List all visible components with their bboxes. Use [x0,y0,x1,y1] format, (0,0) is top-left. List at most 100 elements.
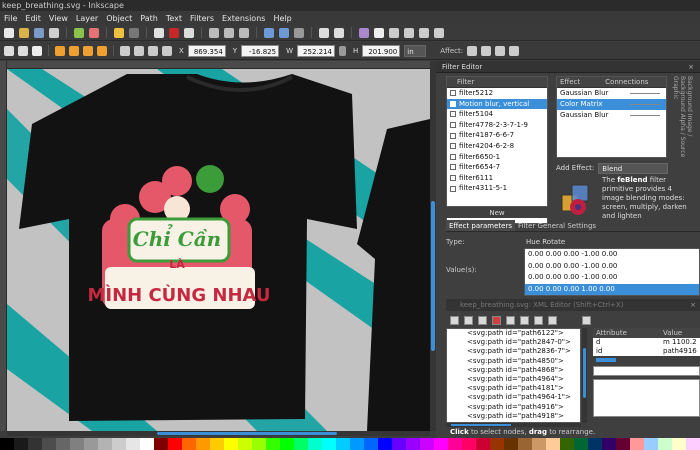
filter-list-item[interactable]: filter6654-7 [447,162,547,173]
rotate-cw-icon[interactable] [69,45,79,56]
connection-line[interactable] [630,93,660,94]
color-swatch[interactable] [56,438,70,450]
x-field[interactable]: 869.354 [187,44,226,57]
xml-node[interactable]: <svg:path id="path4916"> [447,403,580,412]
matrix-row[interactable]: 0.00 0.00 0.00 1.00 0.00 [525,283,699,295]
lower-node-icon[interactable] [548,315,557,325]
align-distribute-icon[interactable] [419,27,429,38]
color-swatch[interactable] [210,438,224,450]
xml-tree-scrollbar[interactable] [582,328,587,423]
y-field[interactable]: -16.825 [241,44,280,57]
color-swatch[interactable] [322,438,336,450]
color-swatch[interactable] [392,438,406,450]
type-select[interactable]: Hue Rotate [526,238,565,246]
delete-attribute-icon[interactable] [582,315,591,325]
filter-list-item[interactable]: filter4311-5-1 [447,183,547,194]
xml-node[interactable]: <svg:path id="path4181"> [447,384,580,393]
menu-path[interactable]: Path [140,14,158,23]
color-swatch[interactable] [14,438,28,450]
xml-node[interactable]: <svg:path id="path4850"> [447,357,580,366]
text-font-icon[interactable] [374,27,384,38]
redo-icon[interactable] [129,27,139,38]
filter-list-item[interactable]: filter4204-6-2-8 [447,141,547,152]
color-swatch[interactable] [70,438,84,450]
duplicate-node-icon[interactable] [478,315,487,325]
color-swatch[interactable] [126,438,140,450]
color-matrix-values[interactable]: 0.00 0.00 0.00 -1.00 0.00 0.00 0.00 0.00 … [524,248,700,296]
color-swatch[interactable] [588,438,602,450]
xml-node-tree[interactable]: <svg:path id="path6122"> <svg:path id="pa… [446,328,581,423]
filter-list-item[interactable]: Motion blur, vertical [447,98,547,110]
height-field[interactable]: 201.900 [362,44,401,57]
filter-checkbox[interactable] [450,185,456,192]
indent-node-icon[interactable] [520,315,529,325]
raise-icon[interactable] [134,45,144,56]
color-swatch[interactable] [98,438,112,450]
xml-node[interactable]: <svg:path id="path4964-1"> [447,393,580,402]
open-folder-icon[interactable] [19,27,29,38]
color-swatch[interactable] [140,438,154,450]
color-swatch[interactable] [420,438,434,450]
unindent-node-icon[interactable] [506,315,515,325]
color-swatch[interactable] [518,438,532,450]
lock-ratio-icon[interactable] [339,45,346,56]
add-effect-button[interactable]: Add Effect: [556,164,594,172]
cut-icon[interactable] [169,27,179,38]
filter-list-item[interactable]: filter6111 [447,173,547,184]
attribute-row[interactable]: id path4916 [593,347,700,356]
filter-checkbox[interactable] [450,111,456,118]
preferences-icon[interactable] [434,27,444,38]
group-icon[interactable] [319,27,329,38]
zoom-drawing-icon[interactable] [224,27,234,38]
value-column-header[interactable]: Value [663,328,682,338]
filter-checkbox[interactable] [450,164,456,171]
paste-icon[interactable] [184,27,194,38]
clone-icon[interactable] [279,27,289,38]
lower-icon[interactable] [148,45,158,56]
effect-list-item[interactable]: Gaussian Blur [557,88,666,99]
xml-node[interactable]: <svg:path id="path2836-7"> [447,347,580,356]
color-swatch[interactable] [224,438,238,450]
horizontal-ruler[interactable] [7,61,430,69]
filter-checkbox[interactable] [450,132,456,139]
color-swatch[interactable] [630,438,644,450]
export-icon[interactable] [89,27,99,38]
filter-list[interactable]: Filter filter5212 Motion blur, vertical fi… [446,76,548,224]
zoom-selection-icon[interactable] [209,27,219,38]
canvas-horizontal-scrollbar[interactable] [7,431,430,436]
connection-line[interactable] [630,115,660,116]
color-swatch[interactable] [294,438,308,450]
color-swatch[interactable] [574,438,588,450]
color-swatch[interactable] [196,438,210,450]
layers-icon[interactable] [389,27,399,38]
tab-effect-parameters[interactable]: Effect parameters [446,220,515,231]
color-swatch[interactable] [672,438,686,450]
color-swatch[interactable] [434,438,448,450]
color-swatch[interactable] [238,438,252,450]
new-filter-button[interactable]: New [446,206,548,218]
move-gradients-icon[interactable] [495,45,506,56]
color-swatch[interactable] [336,438,350,450]
filter-list-item[interactable]: filter6650-1 [447,152,547,163]
attribute-scroll-thumb[interactable] [596,358,616,362]
copy-icon[interactable] [154,27,164,38]
matrix-row[interactable]: 0.00 0.00 0.00 -1.00 0.00 [525,261,699,273]
color-swatch[interactable] [378,438,392,450]
unlink-clone-icon[interactable] [294,27,304,38]
color-swatch[interactable] [350,438,364,450]
menu-layer[interactable]: Layer [76,14,98,23]
drawing-canvas[interactable]: Chỉ Cần LÀ MÌNH CÙNG NHAU [7,69,430,431]
move-patterns-icon[interactable] [509,45,520,56]
xml-node[interactable]: <svg:path id="path4868"> [447,366,580,375]
save-icon[interactable] [34,27,44,38]
scale-corners-icon[interactable] [481,45,492,56]
scroll-thumb[interactable] [431,201,435,351]
filter-checkbox[interactable] [450,175,456,182]
undo-icon[interactable] [114,27,124,38]
color-swatch[interactable] [658,438,672,450]
vertical-ruler[interactable] [0,61,7,431]
color-swatch[interactable] [84,438,98,450]
xml-node[interactable]: <svg:path id="path6122"> [447,329,580,338]
filter-checkbox[interactable] [450,90,456,97]
lower-to-bottom-icon[interactable] [162,45,172,56]
